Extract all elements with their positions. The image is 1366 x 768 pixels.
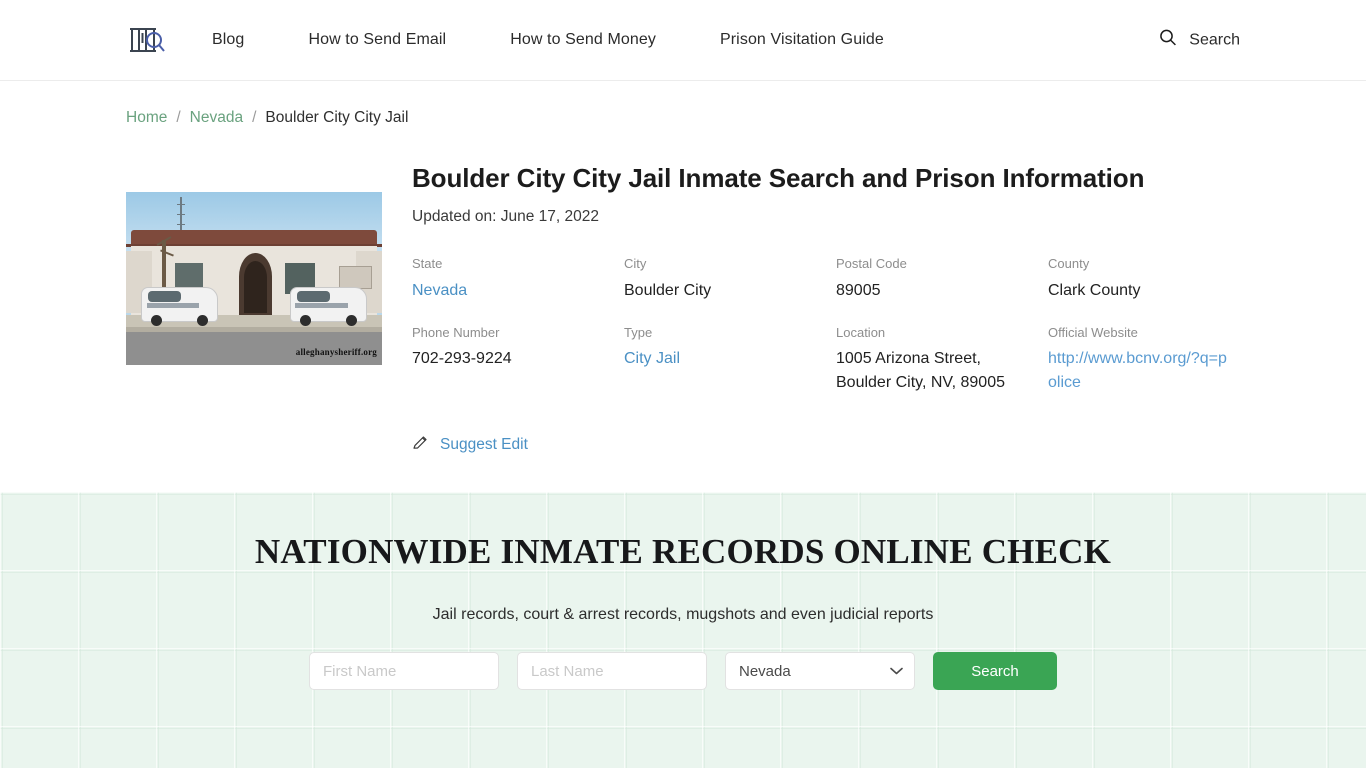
page-title: Boulder City City Jail Inmate Search and… xyxy=(412,163,1145,193)
main-content: alleghanysheriff.org Boulder City City J… xyxy=(0,163,1366,456)
breadcrumb-item-nevada[interactable]: Nevada xyxy=(190,109,243,127)
breadcrumb-separator: / xyxy=(252,109,257,126)
nav-item-how-to-send-email[interactable]: How to Send Email xyxy=(308,25,446,55)
info-cell-state: State Nevada xyxy=(412,256,624,303)
suggest-edit-button[interactable]: Suggest Edit xyxy=(412,434,528,456)
nav-item-blog[interactable]: Blog xyxy=(212,25,244,55)
inmate-records-search-section: NATIONWIDE INMATE RECORDS ONLINE CHECK J… xyxy=(0,492,1366,768)
info-label-location: Location xyxy=(836,324,886,340)
info-value-county: Clark County xyxy=(1048,281,1141,299)
info-label-official-website: Official Website xyxy=(1048,324,1138,340)
info-cell-postal-code: Postal Code 89005 xyxy=(836,256,1048,303)
first-name-input[interactable] xyxy=(309,652,499,690)
info-label-type: Type xyxy=(624,324,653,340)
info-value-state[interactable]: Nevada xyxy=(412,282,467,299)
info-label-county: County xyxy=(1048,256,1090,272)
site-header: Blog How to Send Email How to Send Money… xyxy=(0,0,1366,81)
breadcrumb-item-home[interactable]: Home xyxy=(126,109,167,127)
info-value-postal-code: 89005 xyxy=(836,281,881,299)
facility-photo-column: alleghanysheriff.org xyxy=(126,163,412,456)
facility-info-column: Boulder City City Jail Inmate Search and… xyxy=(412,163,1260,456)
info-label-postal-code: Postal Code xyxy=(836,256,907,272)
photo-watermark: alleghanysheriff.org xyxy=(295,347,377,357)
promo-title: NATIONWIDE INMATE RECORDS ONLINE CHECK xyxy=(254,532,1112,571)
info-cell-location: Location 1005 Arizona Street, Boulder Ci… xyxy=(836,325,1048,396)
info-value-official-website[interactable]: http://www.bcnv.org/?q=police xyxy=(1048,347,1234,395)
info-value-type[interactable]: City Jail xyxy=(624,350,680,367)
pencil-edit-icon xyxy=(412,434,429,456)
updated-date: Updated on: June 17, 2022 xyxy=(412,208,600,226)
info-cell-county: County Clark County xyxy=(1048,256,1260,303)
inmate-search-submit-button[interactable]: Search xyxy=(933,652,1057,690)
nav-item-how-to-send-money[interactable]: How to Send Money xyxy=(510,25,656,55)
breadcrumb: Home / Nevada / Boulder City City Jail xyxy=(0,81,1366,127)
info-cell-city: City Boulder City xyxy=(624,256,836,303)
info-label-phone-number: Phone Number xyxy=(412,324,500,340)
info-label-city: City xyxy=(624,256,647,272)
info-cell-phone-number: Phone Number 702-293-9224 xyxy=(412,325,624,396)
last-name-input[interactable] xyxy=(517,652,707,690)
promo-subtitle: Jail records, court & arrest records, mu… xyxy=(432,606,934,623)
facility-photo: alleghanysheriff.org xyxy=(126,192,382,365)
suggest-edit-label: Suggest Edit xyxy=(440,436,528,454)
info-cell-official-website: Official Website http://www.bcnv.org/?q=… xyxy=(1048,325,1260,396)
info-value-city: Boulder City xyxy=(624,281,712,299)
info-value-location: 1005 Arizona Street, Boulder City, NV, 8… xyxy=(836,350,1005,392)
state-select[interactable]: Nevada xyxy=(725,652,915,690)
breadcrumb-item-current: Boulder City City Jail xyxy=(265,109,409,126)
search-icon xyxy=(1159,29,1177,52)
nav-item-prison-visitation-guide[interactable]: Prison Visitation Guide xyxy=(720,25,884,55)
info-label-state: State xyxy=(412,256,443,272)
facility-info-grid: State Nevada City Boulder City Postal Co… xyxy=(412,256,1260,395)
header-search-button[interactable]: Search xyxy=(1159,29,1240,52)
inmate-search-form: Nevada Search xyxy=(0,652,1366,690)
breadcrumb-separator: / xyxy=(176,109,181,126)
main-navigation: Blog How to Send Email How to Send Money… xyxy=(212,25,884,55)
info-cell-type: Type City Jail xyxy=(624,325,836,396)
header-search-label: Search xyxy=(1189,31,1240,48)
info-value-phone-number: 702-293-9224 xyxy=(412,350,512,368)
prison-bars-magnifier-logo[interactable] xyxy=(126,20,168,60)
state-select-wrapper: Nevada xyxy=(725,652,915,690)
